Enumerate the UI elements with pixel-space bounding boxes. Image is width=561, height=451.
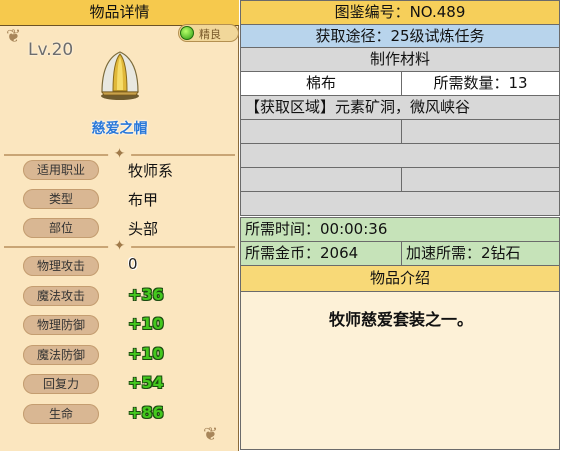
info-label-class: 适用职业 [23, 160, 99, 180]
item-info-table: 图鉴编号：NO.489 获取途径：25级试炼任务 制作材料 棉布 所需数量：13… [240, 0, 561, 451]
speedup-cost: 加速所需：2钻石 [406, 244, 521, 262]
corner-ornament-icon: ❦ [6, 26, 22, 47]
stat-label-magic-attack: 魔法攻击 [23, 286, 99, 306]
intro-panel: 牧师慈爱套装之一。 [240, 291, 560, 450]
info-label-type: 类型 [23, 189, 99, 209]
section-divider: ✦ [4, 238, 235, 254]
ornament-icon: ✦ [107, 238, 132, 254]
material-slot-row [240, 143, 560, 168]
material-slot-row [240, 191, 560, 216]
rarity-badge: 精良 [178, 24, 239, 42]
item-name: 慈爱之帽 [91, 121, 148, 137]
info-label-slot: 部位 [23, 218, 99, 238]
stat-value-recovery: +54 [128, 373, 164, 392]
intro-text: 牧师慈爱套装之一。 [328, 310, 473, 329]
cost-row: 所需金币：2064 加速所需：2钻石 [240, 241, 560, 266]
material-slot-row [240, 119, 560, 144]
obtain-area: 【获取区域】元素矿洞，微风峡谷 [240, 95, 560, 120]
corner-ornament-icon: ❦ [203, 424, 219, 445]
codex-number: 图鉴编号：NO.489 [240, 0, 560, 25]
info-value-slot: 头部 [128, 220, 159, 238]
stat-label-recovery: 回复力 [23, 374, 99, 394]
stat-value-magic-attack: +36 [128, 285, 164, 304]
info-value-type: 布甲 [128, 191, 159, 209]
green-gem-icon [180, 26, 194, 40]
stat-value-magic-defense: +10 [128, 344, 164, 363]
stat-label-hp: 生命 [23, 404, 99, 424]
panel-title: 物品详情 [0, 0, 239, 26]
obtain-method: 获取途径：25级试炼任务 [240, 24, 560, 48]
material-slot-row [240, 167, 560, 192]
item-detail-panel: 物品详情 精良 ❦ Lv.20 慈爱之帽 ✦ 适用职业 牧师系 类型 布甲 部位… [0, 0, 239, 451]
stat-value-physical-attack: 0 [128, 255, 138, 273]
stat-label-magic-defense: 魔法防御 [23, 345, 99, 365]
craft-gold: 所需金币：2064 [241, 242, 402, 265]
material-quantity: 所需数量：13 [433, 74, 528, 92]
rarity-label: 精良 [199, 28, 221, 41]
material-name: 棉布 [241, 72, 402, 95]
stat-label-physical-attack: 物理攻击 [23, 256, 99, 276]
stat-value-physical-defense: +10 [128, 314, 164, 333]
stat-value-hp: +86 [128, 403, 164, 422]
item-level: Lv.20 [28, 40, 74, 60]
helmet-icon [101, 51, 139, 100]
intro-header: 物品介绍 [240, 265, 560, 292]
craft-time: 所需时间：00:00:36 [240, 217, 560, 242]
material-row: 棉布 所需数量：13 [240, 71, 560, 96]
item-detail-window: 物品详情 精良 ❦ Lv.20 慈爱之帽 ✦ 适用职业 牧师系 类型 布甲 部位… [0, 0, 561, 451]
info-value-class: 牧师系 [128, 162, 174, 180]
materials-header: 制作材料 [240, 47, 560, 72]
stat-label-physical-defense: 物理防御 [23, 315, 99, 335]
